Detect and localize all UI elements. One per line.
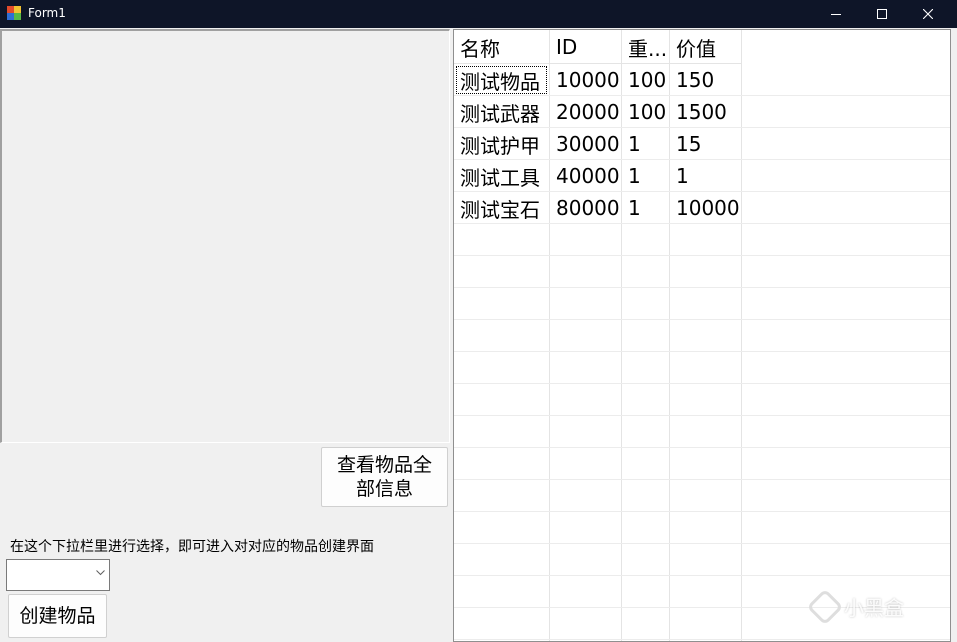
cell-name[interactable]: 测试工具 bbox=[454, 160, 549, 192]
picture-box bbox=[0, 29, 450, 443]
row-divider bbox=[454, 511, 950, 512]
row-divider bbox=[454, 479, 950, 480]
maximize-button[interactable] bbox=[859, 0, 905, 28]
row-divider bbox=[454, 639, 950, 640]
app-icon bbox=[7, 6, 21, 20]
cell-id[interactable]: 30000 bbox=[550, 128, 621, 160]
cell-value[interactable]: 1500 bbox=[670, 96, 741, 128]
column-divider bbox=[741, 30, 742, 641]
items-data-grid[interactable]: 名称 ID 重... 价值 测试物品 10000 100 150 测试武器 20… bbox=[453, 29, 951, 642]
cell-name[interactable]: 测试武器 bbox=[454, 96, 549, 128]
row-divider bbox=[454, 255, 950, 256]
column-header-value[interactable]: 价值 bbox=[670, 31, 741, 63]
row-divider bbox=[454, 383, 950, 384]
hint-label: 在这个下拉栏里进行选择，即可进入对对应的物品创建界面 bbox=[10, 539, 374, 555]
minimize-icon bbox=[831, 14, 841, 15]
create-item-button[interactable]: 创建物品 bbox=[8, 594, 107, 638]
cell-id[interactable]: 10000 bbox=[550, 64, 621, 96]
row-divider bbox=[454, 319, 950, 320]
chevron-down-icon bbox=[96, 570, 105, 576]
row-divider bbox=[454, 287, 950, 288]
row-divider bbox=[454, 415, 950, 416]
cell-id[interactable]: 20000 bbox=[550, 96, 621, 128]
cell-weight[interactable]: 1 bbox=[622, 128, 669, 160]
cell-name[interactable]: 测试宝石 bbox=[454, 192, 549, 224]
cell-value[interactable]: 150 bbox=[670, 64, 741, 96]
column-header-name[interactable]: 名称 bbox=[454, 31, 549, 63]
cell-weight[interactable]: 100 bbox=[622, 96, 669, 128]
item-type-combobox[interactable] bbox=[6, 559, 110, 591]
close-icon bbox=[923, 9, 933, 19]
cell-weight[interactable]: 100 bbox=[622, 64, 669, 96]
row-divider bbox=[454, 543, 950, 544]
column-header-weight[interactable]: 重... bbox=[622, 31, 669, 63]
close-button[interactable] bbox=[905, 0, 951, 28]
cell-value[interactable]: 10000 bbox=[670, 192, 741, 224]
cell-id[interactable]: 40000 bbox=[550, 160, 621, 192]
row-divider bbox=[454, 351, 950, 352]
title-bar: Form1 bbox=[0, 0, 957, 28]
cell-name[interactable]: 测试物品 bbox=[454, 64, 549, 96]
cell-value[interactable]: 15 bbox=[670, 128, 741, 160]
cell-weight[interactable]: 1 bbox=[622, 192, 669, 224]
row-divider bbox=[454, 575, 950, 576]
minimize-button[interactable] bbox=[813, 0, 859, 28]
maximize-icon bbox=[877, 9, 887, 19]
column-header-id[interactable]: ID bbox=[550, 31, 621, 63]
cell-name[interactable]: 测试护甲 bbox=[454, 128, 549, 160]
cell-value[interactable]: 1 bbox=[670, 160, 741, 192]
cell-id[interactable]: 80000 bbox=[550, 192, 621, 224]
window-title: Form1 bbox=[28, 6, 66, 20]
cell-weight[interactable]: 1 bbox=[622, 160, 669, 192]
row-divider bbox=[454, 447, 950, 448]
row-divider bbox=[454, 607, 950, 608]
view-all-items-button[interactable]: 查看物品全部信息 bbox=[321, 447, 448, 507]
